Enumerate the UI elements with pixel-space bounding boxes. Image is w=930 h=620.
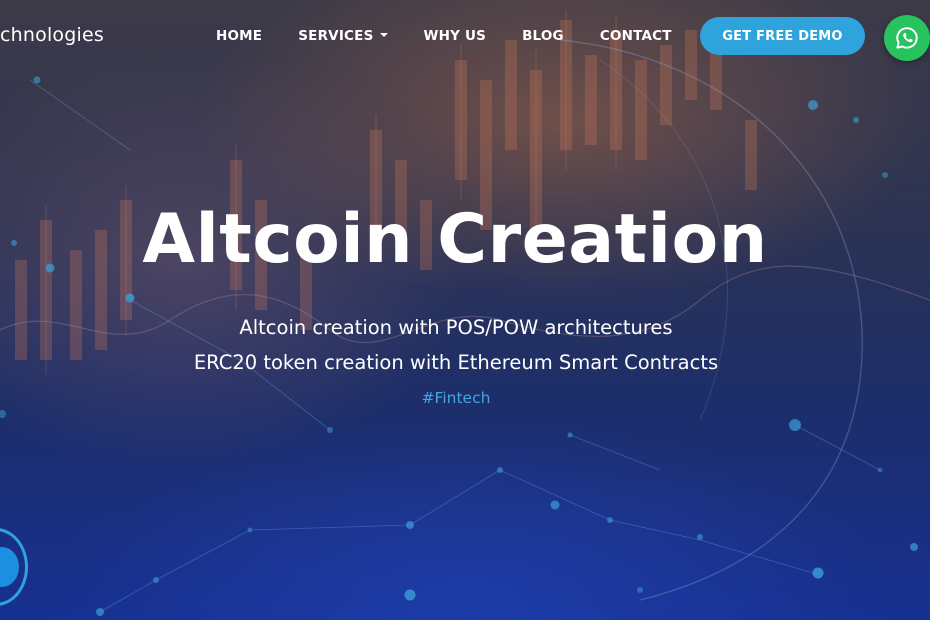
- hero-subtitle-line-2: ERC20 token creation with Ethereum Smart…: [193, 351, 719, 374]
- nav-item-why-us[interactable]: WHY US: [424, 28, 487, 44]
- chat-widget-icon: [0, 547, 19, 587]
- whatsapp-button[interactable]: [884, 15, 930, 61]
- hero-subtitle-line-1: Altcoin creation with POS/POW architectu…: [239, 316, 673, 339]
- get-free-demo-button[interactable]: GET FREE DEMO: [700, 17, 865, 55]
- nav-item-services[interactable]: SERVICES: [298, 28, 388, 44]
- background-chart-art: [0, 10, 930, 616]
- nav-item-home[interactable]: HOME: [216, 28, 262, 44]
- page-title: Altcoin Creation: [142, 200, 768, 279]
- nav-item-contact[interactable]: CONTACT: [600, 28, 672, 44]
- chevron-down-icon: [379, 33, 388, 37]
- nav-item-services-label: SERVICES: [298, 28, 374, 44]
- nav-item-blog[interactable]: BLOG: [522, 28, 564, 44]
- main-navigation: HOME SERVICES WHY US BLOG CONTACT: [216, 28, 708, 44]
- brand-logo-text[interactable]: chnologies: [0, 24, 104, 46]
- hero-section: chnologies HOME SERVICES WHY US BLOG CON…: [0, 0, 930, 620]
- hashtag-link[interactable]: #Fintech: [0, 389, 912, 407]
- whatsapp-icon: [896, 27, 918, 49]
